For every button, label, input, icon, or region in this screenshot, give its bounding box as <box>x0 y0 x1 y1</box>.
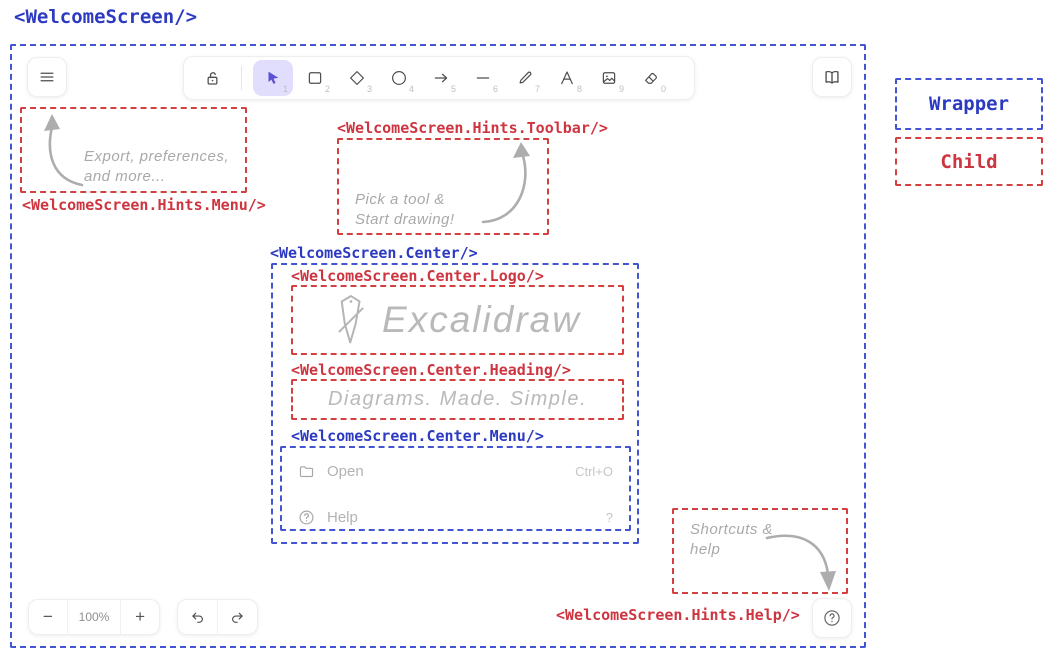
center-heading-outline: Diagrams. Made. Simple. <box>291 379 624 420</box>
tool-text[interactable]: 8 <box>547 60 587 96</box>
tool-diamond[interactable]: 3 <box>337 60 377 96</box>
tool-shortcut: 9 <box>619 84 624 94</box>
welcome-heading: Diagrams. Made. Simple. <box>293 381 622 418</box>
hint-toolbar-text: Pick a tool & Start drawing! <box>355 190 455 231</box>
legend-child-label: Child <box>940 151 997 173</box>
hints-menu-outline: Export, preferences, and more... <box>20 107 247 193</box>
toolbar-separator <box>241 66 242 90</box>
tool-shortcut: 2 <box>325 84 330 94</box>
hints-toolbar-label: <WelcomeScreen.Hints.Toolbar/> <box>337 119 608 137</box>
center-logo-label: <WelcomeScreen.Center.Logo/> <box>291 267 544 285</box>
menu-item-shortcut: ? <box>606 510 613 525</box>
toolbar: 1 2 3 4 5 6 7 <box>183 56 695 100</box>
tool-line[interactable]: 6 <box>463 60 503 96</box>
center-menu-outline: Open Ctrl+O Help ? <box>280 446 631 531</box>
logo-wordmark: Excalidraw <box>382 299 581 341</box>
tool-shortcut: 7 <box>535 84 540 94</box>
hints-help-outline: Shortcuts & help <box>672 508 848 594</box>
hint-arrow-down-icon <box>762 524 838 594</box>
selection-cursor-icon <box>264 69 282 87</box>
hints-help-label: <WelcomeScreen.Hints.Help/> <box>556 606 800 624</box>
tool-shortcut: 5 <box>451 84 456 94</box>
page-title: <WelcomeScreen/> <box>14 6 197 28</box>
tool-eraser[interactable]: 0 <box>631 60 671 96</box>
menu-item-open[interactable]: Open Ctrl+O <box>282 456 629 486</box>
redo-icon <box>229 609 246 626</box>
menu-item-help[interactable]: Help ? <box>282 502 629 532</box>
legend-wrapper-label: Wrapper <box>929 93 1009 115</box>
help-circle-icon <box>298 509 315 526</box>
arrow-icon <box>432 69 450 87</box>
legend-child: Child <box>895 137 1043 186</box>
tool-shortcut: 0 <box>661 84 666 94</box>
zoom-controls: − 100% + <box>28 599 160 635</box>
folder-icon <box>298 463 315 480</box>
hints-menu-label: <WelcomeScreen.Hints.Menu/> <box>22 196 266 214</box>
excalidraw-dagger-icon <box>334 291 368 349</box>
menu-item-label: Open <box>327 463 364 480</box>
library-button[interactable] <box>812 57 852 97</box>
tool-draw[interactable]: 7 <box>505 60 545 96</box>
excalidraw-logo: Excalidraw <box>293 287 622 353</box>
pencil-icon <box>516 69 534 87</box>
undo-icon <box>189 609 206 626</box>
hint-menu-text: Export, preferences, and more... <box>84 147 229 188</box>
tool-rectangle[interactable]: 2 <box>295 60 335 96</box>
tool-image[interactable]: 9 <box>589 60 629 96</box>
center-logo-outline: Excalidraw <box>291 285 624 355</box>
tool-shortcut: 4 <box>409 84 414 94</box>
hint-arrow-up-icon <box>36 113 88 191</box>
center-menu-label: <WelcomeScreen.Center.Menu/> <box>291 427 544 445</box>
book-icon <box>822 67 842 87</box>
main-menu-button[interactable] <box>27 57 67 97</box>
zoom-out-button[interactable]: − <box>29 600 67 634</box>
ellipse-icon <box>390 69 408 87</box>
undo-button[interactable] <box>178 600 217 634</box>
line-icon <box>474 69 492 87</box>
unlock-icon <box>203 69 222 88</box>
zoom-in-button[interactable]: + <box>121 600 159 634</box>
center-label: <WelcomeScreen.Center/> <box>270 244 478 262</box>
history-controls <box>177 599 258 635</box>
diamond-icon <box>348 69 366 87</box>
center-heading-label: <WelcomeScreen.Center.Heading/> <box>291 361 571 379</box>
hints-toolbar-outline: Pick a tool & Start drawing! <box>337 138 549 235</box>
tool-shortcut: 3 <box>367 84 372 94</box>
lock-button[interactable] <box>194 60 230 96</box>
menu-item-shortcut: Ctrl+O <box>575 464 613 479</box>
text-icon <box>558 69 576 87</box>
help-circle-icon <box>822 608 842 628</box>
tool-arrow[interactable]: 5 <box>421 60 461 96</box>
hamburger-icon <box>37 67 57 87</box>
legend-wrapper: Wrapper <box>895 78 1043 130</box>
hint-arrow-up-icon <box>477 142 537 228</box>
hint-help-text: Shortcuts & help <box>690 520 773 561</box>
zoom-level[interactable]: 100% <box>67 600 122 634</box>
tool-shortcut: 6 <box>493 84 498 94</box>
tool-shortcut: 8 <box>577 84 582 94</box>
eraser-icon <box>642 69 660 87</box>
rectangle-icon <box>306 69 324 87</box>
image-icon <box>600 69 618 87</box>
menu-item-label: Help <box>327 509 358 526</box>
help-button[interactable] <box>812 598 852 638</box>
tool-shortcut: 1 <box>283 84 288 94</box>
tool-selection[interactable]: 1 <box>253 60 293 96</box>
redo-button[interactable] <box>218 600 257 634</box>
tool-ellipse[interactable]: 4 <box>379 60 419 96</box>
